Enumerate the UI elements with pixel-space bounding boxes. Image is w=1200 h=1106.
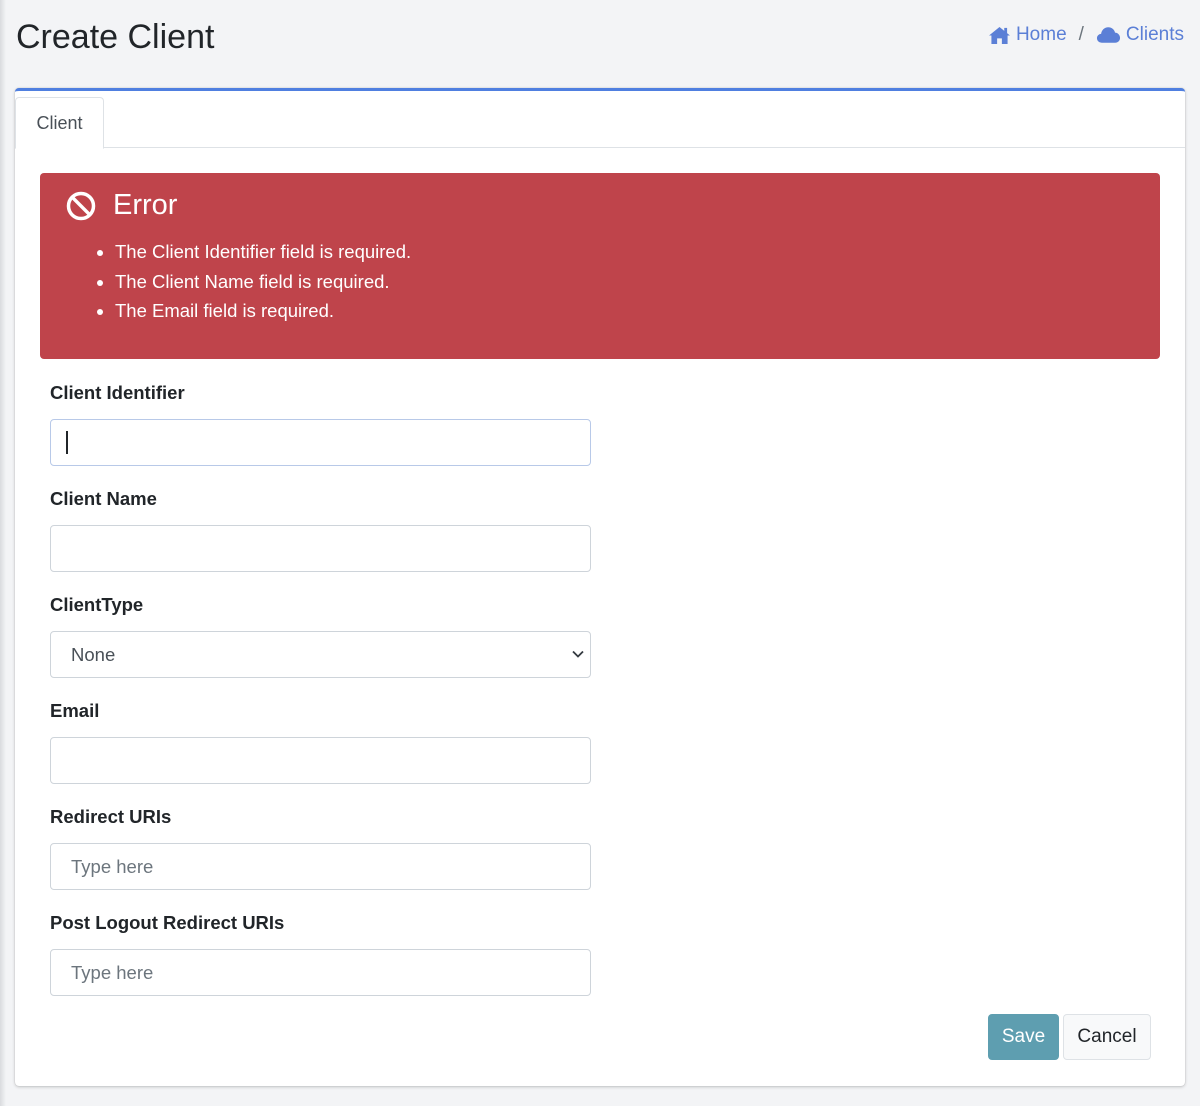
alert-title: Error (113, 189, 178, 221)
breadcrumb-separator: / (1078, 24, 1084, 45)
breadcrumb-clients-link[interactable]: Clients (1096, 24, 1184, 46)
redirect-uris-group: Redirect URIs (50, 805, 591, 911)
text-caret (66, 431, 68, 454)
client-name-group: Client Name (50, 487, 591, 593)
redirect-uris-label: Redirect URIs (50, 806, 172, 827)
breadcrumb: Home / Clients (988, 24, 1184, 46)
breadcrumb-home-link[interactable]: Home (988, 24, 1067, 46)
email-input[interactable] (50, 737, 591, 784)
tab-client[interactable]: Client (15, 97, 104, 149)
client-name-input[interactable] (50, 525, 591, 572)
alert-message: The Email field is required. (115, 296, 411, 326)
page-header: Create Client Home / Clients (16, 16, 1184, 64)
cancel-button[interactable]: Cancel (1063, 1014, 1151, 1060)
cloud-icon (1096, 27, 1120, 43)
client-type-selected-value: None (71, 643, 116, 665)
client-identifier-group: Client Identifier (50, 381, 591, 487)
client-type-select[interactable]: None (50, 631, 591, 678)
home-icon (989, 26, 1010, 44)
breadcrumb-home-label: Home (1015, 24, 1067, 45)
alert-message-list: The Client Identifier field is required.… (115, 237, 411, 326)
tab-bar: Client (15, 91, 1185, 149)
client-form: Client Identifier Client Name ClientType… (50, 381, 591, 1017)
client-name-label: Client Name (50, 488, 157, 509)
window-edge-shadow (0, 0, 6, 1106)
client-type-group: ClientType None (50, 593, 591, 699)
client-identifier-label: Client Identifier (50, 382, 185, 403)
redirect-uris-input[interactable] (50, 843, 591, 890)
chevron-down-icon (572, 650, 584, 658)
email-label: Email (50, 700, 100, 721)
email-group: Email (50, 699, 591, 805)
post-logout-redirect-uris-group: Post Logout Redirect URIs (50, 911, 591, 1017)
error-alert: Error The Client Identifier field is req… (40, 173, 1160, 359)
save-button[interactable]: Save (988, 1014, 1059, 1060)
page-title: Create Client (16, 18, 215, 56)
client-identifier-input[interactable] (50, 419, 591, 466)
client-card: Client Error The Client Identifier field… (15, 88, 1185, 1086)
breadcrumb-clients-label: Clients (1125, 24, 1184, 45)
alert-message: The Client Identifier field is required. (115, 237, 411, 267)
post-logout-redirect-uris-label: Post Logout Redirect URIs (50, 912, 285, 933)
form-actions: Save Cancel (988, 1014, 1151, 1060)
alert-header: Error (65, 189, 177, 222)
client-type-label: ClientType (50, 594, 144, 615)
post-logout-redirect-uris-input[interactable] (50, 949, 591, 996)
ban-icon (66, 191, 96, 220)
alert-message: The Client Name field is required. (115, 267, 411, 297)
